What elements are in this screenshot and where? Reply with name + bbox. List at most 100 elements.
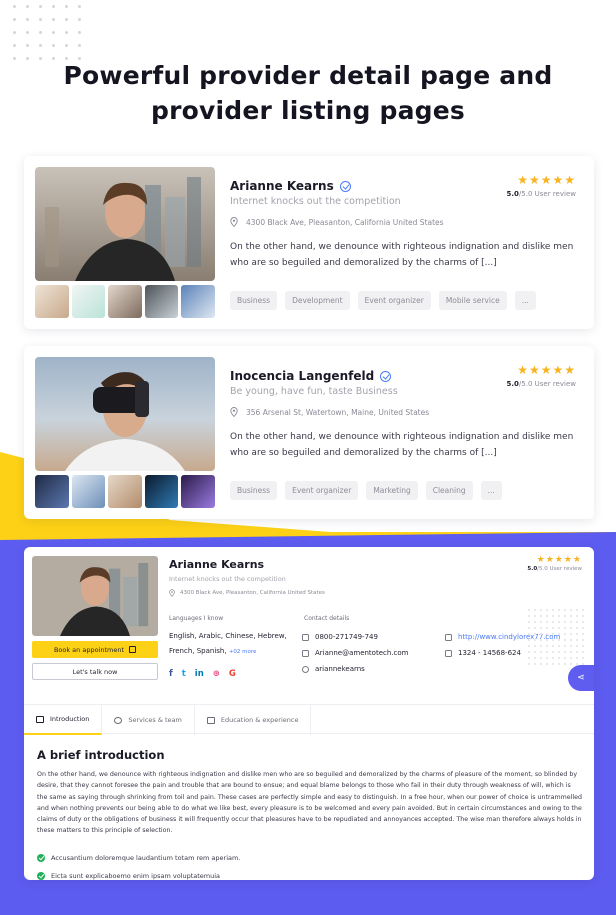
provider-listing-card[interactable]: Inocencia Langenfeld Be young, have fun,… bbox=[24, 346, 594, 519]
tab-label: Introduction bbox=[50, 715, 90, 723]
rating-max: /5.0 bbox=[518, 190, 533, 198]
tab-education-experience[interactable]: Education & experience bbox=[195, 705, 312, 735]
linkedin-icon[interactable]: in bbox=[195, 669, 204, 679]
tab-label: Education & experience bbox=[220, 716, 299, 724]
tag-event-organizer[interactable]: Event organizer bbox=[357, 291, 431, 310]
twitter-icon[interactable]: t bbox=[182, 669, 186, 679]
rating-max: /5.0 bbox=[518, 380, 533, 388]
rating-max: /5.0 bbox=[537, 566, 548, 572]
man-portrait-image bbox=[35, 167, 215, 281]
checklist-text: Accusantium doloremque laudantium totam … bbox=[51, 854, 241, 862]
book-appointment-button[interactable]: Book an appointment bbox=[32, 641, 158, 658]
feature-checklist: Accusantium doloremque laudantium totam … bbox=[37, 849, 240, 885]
gallery-thumbnail[interactable] bbox=[35, 285, 69, 318]
provider-photo bbox=[32, 556, 158, 636]
book-appointment-label: Book an appointment bbox=[53, 645, 125, 654]
tab-introduction[interactable]: Introduction bbox=[24, 705, 103, 735]
contact-details: 0800-271749-749 Arianne@amentotech.com a… bbox=[302, 629, 408, 677]
gallery-thumbnail[interactable] bbox=[181, 285, 215, 318]
man-portrait-image bbox=[32, 556, 158, 636]
headline-line-2: provider listing pages bbox=[151, 96, 465, 125]
gallery-thumbnail[interactable] bbox=[181, 475, 215, 508]
provider-detail-card: Book an appointment Let's talk now Arian… bbox=[24, 547, 594, 880]
talk-now-button[interactable]: Let's talk now bbox=[32, 663, 158, 680]
google-icon[interactable]: G bbox=[229, 669, 236, 679]
tag-event-organizer[interactable]: Event organizer bbox=[285, 481, 359, 500]
gallery-thumbnail[interactable] bbox=[108, 285, 142, 318]
rating-label: User review bbox=[549, 566, 582, 572]
languages-line: French, Spanish, +02 more bbox=[169, 644, 294, 660]
rating: ★★★★★ 5.0/5.0 User review bbox=[507, 173, 576, 198]
dribbble-icon[interactable]: ⊛ bbox=[213, 669, 220, 679]
provider-tagline: Internet knocks out the competition bbox=[230, 196, 401, 207]
provider-photo[interactable] bbox=[35, 357, 215, 471]
star-rating-icons: ★★★★★ bbox=[517, 363, 576, 377]
gallery-thumbnail[interactable] bbox=[144, 285, 179, 318]
rating: ★★★★★ 5.0/5.0 User review bbox=[507, 363, 576, 388]
page-headline: Powerful provider detail page and provid… bbox=[0, 58, 616, 128]
rating-label: User review bbox=[534, 380, 576, 388]
provider-name-text[interactable]: Inocencia Langenfeld bbox=[230, 369, 374, 383]
provider-address: 356 Arsenal St, Watertown, Maine, United… bbox=[230, 407, 429, 417]
share-button[interactable]: ⋖ bbox=[568, 665, 594, 691]
tag-business[interactable]: Business bbox=[230, 481, 278, 500]
star-rating-icons: ★★★★★ bbox=[536, 555, 582, 565]
facebook-icon[interactable]: f bbox=[169, 669, 173, 679]
rating-summary: 5.0/5.0 User review bbox=[507, 380, 576, 388]
rating-label: User review bbox=[534, 190, 576, 198]
languages-label: Languages I know bbox=[169, 615, 224, 622]
phone-icon bbox=[302, 633, 309, 641]
tag-mobile-service[interactable]: Mobile service bbox=[438, 291, 507, 310]
verified-icon bbox=[380, 370, 392, 382]
tab-services-team[interactable]: Services & team bbox=[102, 705, 195, 735]
check-circle-icon bbox=[37, 854, 45, 862]
provider-name-text[interactable]: Arianne Kearns bbox=[230, 179, 334, 193]
talk-now-label: Let's talk now bbox=[72, 667, 118, 676]
service-tags: Business Development Event organizer Mob… bbox=[230, 291, 536, 310]
fax-number: 1324 - 14568-624 bbox=[458, 649, 521, 657]
provider-name: Arianne Kearns bbox=[169, 558, 265, 571]
tag-development[interactable]: Development bbox=[285, 291, 350, 310]
provider-listing-card[interactable]: Arianne Kearns Internet knocks out the c… bbox=[24, 156, 594, 329]
phone-number: 0800-271749-749 bbox=[315, 633, 378, 641]
gallery-thumbnails bbox=[35, 475, 215, 508]
monitor-icon bbox=[445, 633, 452, 641]
address-text: 4300 Black Ave, Pleasanton, California U… bbox=[246, 217, 444, 227]
provider-address: 4300 Black Ave, Pleasanton, California U… bbox=[169, 589, 325, 597]
vr-headset-portrait-image bbox=[35, 357, 215, 471]
gallery-thumbnail[interactable] bbox=[35, 475, 69, 508]
tag-business[interactable]: Business bbox=[230, 291, 278, 310]
skype-icon bbox=[302, 665, 309, 673]
rating-value: 5.0 bbox=[527, 566, 538, 572]
provider-name[interactable]: Arianne Kearns bbox=[230, 179, 351, 193]
tag-more[interactable]: ... bbox=[480, 481, 502, 500]
location-pin-icon bbox=[230, 217, 238, 227]
tag-marketing[interactable]: Marketing bbox=[366, 481, 418, 500]
provider-description: On the other hand, we denounce with righ… bbox=[230, 242, 574, 268]
skype-row: ariannekearns bbox=[302, 661, 408, 677]
provider-name[interactable]: Inocencia Langenfeld bbox=[230, 369, 392, 383]
more-languages-link[interactable]: +02 more bbox=[229, 649, 257, 655]
tag-more[interactable]: ... bbox=[514, 291, 536, 310]
gallery-thumbnail[interactable] bbox=[144, 475, 179, 508]
rating-value: 5.0 bbox=[506, 380, 519, 388]
dot-pattern-decoration bbox=[526, 607, 586, 667]
gallery-thumbnail[interactable] bbox=[71, 475, 106, 508]
tag-cleaning[interactable]: Cleaning bbox=[425, 481, 473, 500]
verified-icon bbox=[339, 180, 351, 192]
gallery-thumbnail[interactable] bbox=[71, 285, 106, 318]
gallery-thumbnail[interactable] bbox=[108, 475, 142, 508]
contact-details-label: Contact details bbox=[304, 615, 350, 622]
headline-line-1: Powerful provider detail page and bbox=[63, 61, 553, 90]
service-tags: Business Event organizer Marketing Clean… bbox=[230, 481, 502, 500]
tab-label: Services & team bbox=[128, 716, 182, 724]
location-pin-icon bbox=[230, 407, 238, 417]
provider-photo[interactable] bbox=[35, 167, 215, 281]
provider-description: On the other hand, we denounce with righ… bbox=[230, 432, 574, 458]
checklist-item: Eicta sunt explicaboemo enim ipsam volup… bbox=[37, 867, 240, 885]
home-icon bbox=[36, 715, 44, 723]
listing-card-body: Arianne Kearns Internet knocks out the c… bbox=[230, 156, 576, 329]
share-icon: ⋖ bbox=[577, 673, 585, 683]
rating-summary: 5.0/5.0 User review bbox=[507, 190, 576, 198]
intro-paragraph: On the other hand, we denounce with righ… bbox=[37, 771, 582, 835]
